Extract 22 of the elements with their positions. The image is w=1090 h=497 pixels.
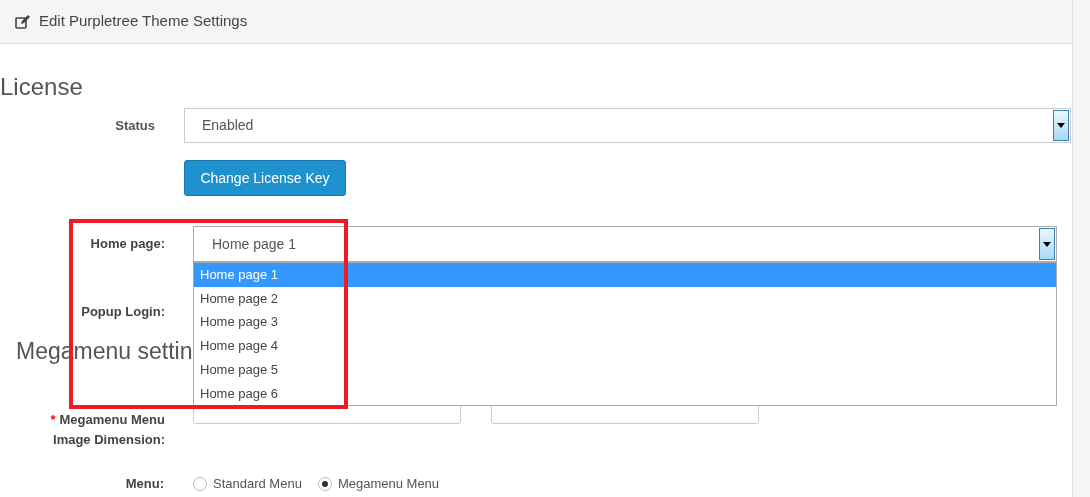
radio-label: Megamenu Menu — [337, 475, 440, 493]
section-heading: License — [0, 73, 83, 101]
radio-label: Standard Menu — [213, 475, 302, 493]
field-label: Home page: — [89, 235, 165, 254]
dropdown-option[interactable]: Home page 3 — [194, 310, 1056, 335]
field-label: Image Dimension: — [53, 431, 165, 449]
radio-button[interactable] — [193, 476, 207, 491]
radio-button[interactable] — [317, 476, 332, 491]
field-label: Menu: — [124, 475, 164, 493]
dropdown-option[interactable]: Home page 5 — [194, 357, 1056, 382]
edit-icon — [15, 14, 31, 29]
field-label: Megamenu Menu — [59, 411, 165, 429]
required-mark: * — [50, 411, 56, 429]
change-license-button[interactable]: Change License Key — [184, 160, 346, 196]
home-page-select[interactable]: Home page 1 — [193, 226, 1057, 262]
field-label: Status — [114, 116, 155, 135]
status-select[interactable]: Enabled — [184, 108, 1071, 143]
panel-title: Edit Purpletree Theme Settings — [39, 11, 248, 32]
dropdown-option[interactable]: Home page 6 — [194, 381, 1056, 406]
field-label: Popup Login: — [80, 303, 165, 321]
dropdown-option[interactable]: Home page 2 — [194, 286, 1056, 311]
dropdown-option[interactable]: Home page 4 — [194, 334, 1056, 358]
